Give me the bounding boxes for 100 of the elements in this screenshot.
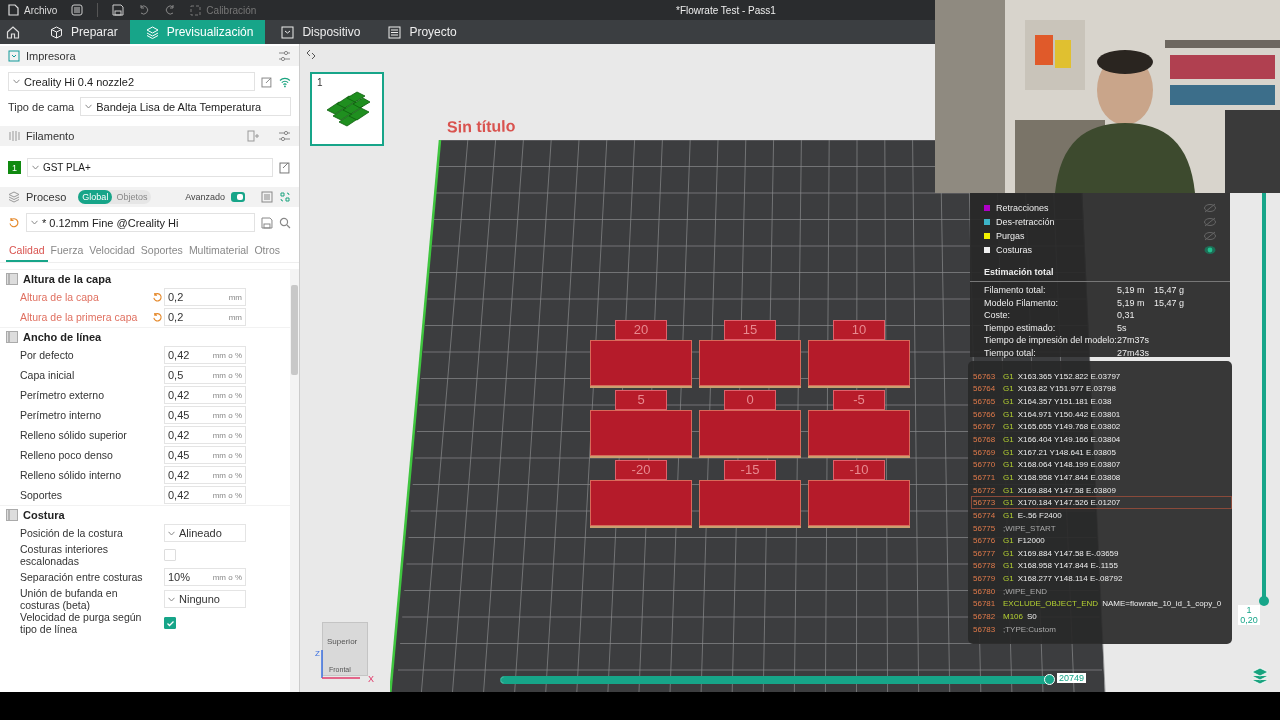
layers-icon[interactable] <box>1250 666 1270 686</box>
chevron-icon[interactable] <box>31 165 39 170</box>
bed-type-label: Tipo de cama <box>8 100 75 113</box>
legend-label: Purgas <box>996 231 1026 241</box>
number-field[interactable]: 0,42 mm o % <box>164 386 246 404</box>
redo-icon[interactable] <box>164 4 177 16</box>
chevron-icon[interactable] <box>13 79 20 84</box>
move-slider[interactable] <box>500 676 1052 684</box>
collapse-icon[interactable] <box>305 48 317 60</box>
model-base[interactable] <box>808 340 910 386</box>
reset-icon[interactable] <box>152 291 163 303</box>
option-label: Costuras interiores escalonadas <box>20 543 110 567</box>
model-base[interactable] <box>808 410 910 456</box>
list-icon[interactable] <box>71 4 84 16</box>
chevron-icon[interactable] <box>168 530 175 536</box>
advanced-switch[interactable] <box>231 192 245 202</box>
chevron-icon[interactable] <box>168 596 175 602</box>
gcode-line[interactable]: 56763 G1 X163.365 Y152.822 E.03797 <box>971 370 1232 383</box>
gcode-line[interactable]: 56781 EXCLUDE_OBJECT_END NAME=flowrate_10_id_1_copy_0 <box>971 597 1232 611</box>
model-base[interactable] <box>590 340 692 386</box>
chevron-icon[interactable] <box>30 220 38 225</box>
estimate-label: Modelo Filamento: <box>984 297 1060 310</box>
gcode-line[interactable]: 56783 ;TYPE:Custom <box>971 622 1232 636</box>
settings-icon[interactable] <box>278 50 291 62</box>
edit-icon[interactable] <box>261 75 274 88</box>
hidden-icon[interactable] <box>1204 203 1216 213</box>
add-filament-icon[interactable] <box>247 130 260 142</box>
number-field[interactable]: 0,42 mm o % <box>164 466 246 484</box>
main-tab[interactable]: Dispositivo <box>265 20 373 44</box>
scrollbar[interactable] <box>290 269 299 692</box>
gcode-line[interactable]: 56782 M106 S0 <box>971 610 1232 623</box>
process-preset-select[interactable]: * 0.12mm Fine @Creality Hi <box>25 213 256 232</box>
number-field[interactable]: 0,42 mm o % <box>164 426 246 444</box>
hidden-icon[interactable] <box>1204 217 1216 227</box>
model-base[interactable] <box>590 410 692 456</box>
settings-icon[interactable] <box>278 130 291 142</box>
number-field[interactable]: 10% mm o % <box>164 568 246 586</box>
gcode-line[interactable]: 56772 G1 X169.884 Y147.58 E.03809 <box>971 483 1232 497</box>
estimate-value: 5,19 m <box>1117 297 1146 310</box>
gcode-line[interactable]: 56764 G1 X163.82 Y151.977 E.03798 <box>971 382 1232 396</box>
filament-slot-badge[interactable]: 1 <box>8 161 21 174</box>
gcode-line[interactable]: 56769 G1 X167.21 Y148.641 E.03805 <box>971 445 1232 459</box>
gcode-line[interactable]: 56774 G1 E-.56 F2400 <box>971 509 1232 522</box>
settings-tab[interactable]: Multimaterial <box>185 240 252 262</box>
settings-tab[interactable]: Soportes <box>137 240 186 262</box>
model-base[interactable] <box>590 480 692 526</box>
option-checkbox[interactable] <box>164 617 176 629</box>
compare-icon[interactable] <box>279 191 291 203</box>
gcode-line[interactable]: 56777 G1 X169.884 Y147.58 E-.03659 <box>971 546 1232 560</box>
bed-type-select[interactable]: Bandeja Lisa de Alta Temperatura <box>80 97 291 116</box>
visible-icon[interactable] <box>1204 245 1216 255</box>
settings-tab[interactable]: Fuerza <box>47 240 87 262</box>
undo-icon[interactable] <box>138 4 151 16</box>
main-tab[interactable]: Preparar <box>34 20 130 44</box>
gcode-line[interactable]: 56776 G1 F12000 <box>971 534 1232 547</box>
settings-tab[interactable]: Otros <box>251 240 284 262</box>
edit-icon[interactable] <box>279 161 291 174</box>
gcode-line[interactable]: 56779 G1 X168.277 Y148.114 E-.08792 <box>971 572 1232 585</box>
chevron-icon[interactable] <box>85 104 93 109</box>
option-select[interactable]: Ninguno <box>164 590 246 608</box>
model-base[interactable] <box>699 340 801 386</box>
number-field[interactable]: 0,42 mm o % <box>164 346 246 364</box>
reset-icon[interactable] <box>152 311 163 323</box>
model-base[interactable] <box>699 480 801 526</box>
settings-tab[interactable]: Calidad <box>6 240 48 262</box>
number-field[interactable]: 0,45 mm o % <box>164 406 246 424</box>
estimate-label: Tiempo total: <box>984 347 1037 360</box>
gcode-line[interactable]: 56766 G1 X164.971 Y150.442 E.03801 <box>971 407 1232 421</box>
main-tab[interactable]: Proyecto <box>372 20 469 44</box>
home-icon[interactable] <box>6 25 20 39</box>
number-field[interactable]: 0,2 mm <box>164 288 246 306</box>
plate-thumbnail[interactable]: 1 <box>310 72 384 146</box>
number-field[interactable]: 0,5 mm o % <box>164 366 246 384</box>
model-base[interactable] <box>699 410 801 456</box>
save-icon[interactable] <box>112 4 125 16</box>
search-icon[interactable] <box>279 216 291 229</box>
file-menu-button[interactable]: Archivo <box>8 4 58 16</box>
number-field[interactable]: 0,42 mm o % <box>164 486 246 504</box>
option-select[interactable]: Alineado <box>164 524 246 542</box>
gcode-line[interactable]: 56775 ;WIPE_START <box>971 521 1232 535</box>
gcode-line[interactable]: 56780 ;WIPE_END <box>971 584 1232 598</box>
gcode-line[interactable]: 56778 G1 X168.958 Y147.844 E-.1155 <box>971 559 1232 573</box>
model-base[interactable] <box>808 480 910 526</box>
gcode-line[interactable]: 56770 G1 X168.064 Y148.199 E.03807 <box>971 458 1232 472</box>
number-field[interactable]: 0,2 mm <box>164 308 246 326</box>
cube-icon <box>50 25 63 39</box>
axes-icon <box>320 650 362 680</box>
gcode-line[interactable]: 56768 G1 X166.404 Y149.166 E.03804 <box>971 433 1232 446</box>
reset-icon[interactable] <box>8 216 20 229</box>
group-icon <box>6 272 18 285</box>
printer-select[interactable]: Creality Hi 0.4 nozzle2 <box>8 72 256 91</box>
gcode-line[interactable]: 56767 G1 X165.655 Y149.768 E.03802 <box>971 420 1232 434</box>
settings-tab[interactable]: Velocidad <box>86 240 138 262</box>
wifi-icon[interactable] <box>279 75 291 88</box>
gcode-line[interactable]: 56765 G1 X164.357 Y151.181 E.038 <box>971 395 1232 408</box>
gcode-line[interactable]: 56771 G1 X168.958 Y147.844 E.03808 <box>971 471 1232 484</box>
device-icon <box>281 25 295 39</box>
number-field[interactable]: 0,45 mm o % <box>164 446 246 464</box>
option-label: Perímetro externo <box>20 389 106 401</box>
filament-select[interactable]: GST PLA+ <box>26 158 274 177</box>
